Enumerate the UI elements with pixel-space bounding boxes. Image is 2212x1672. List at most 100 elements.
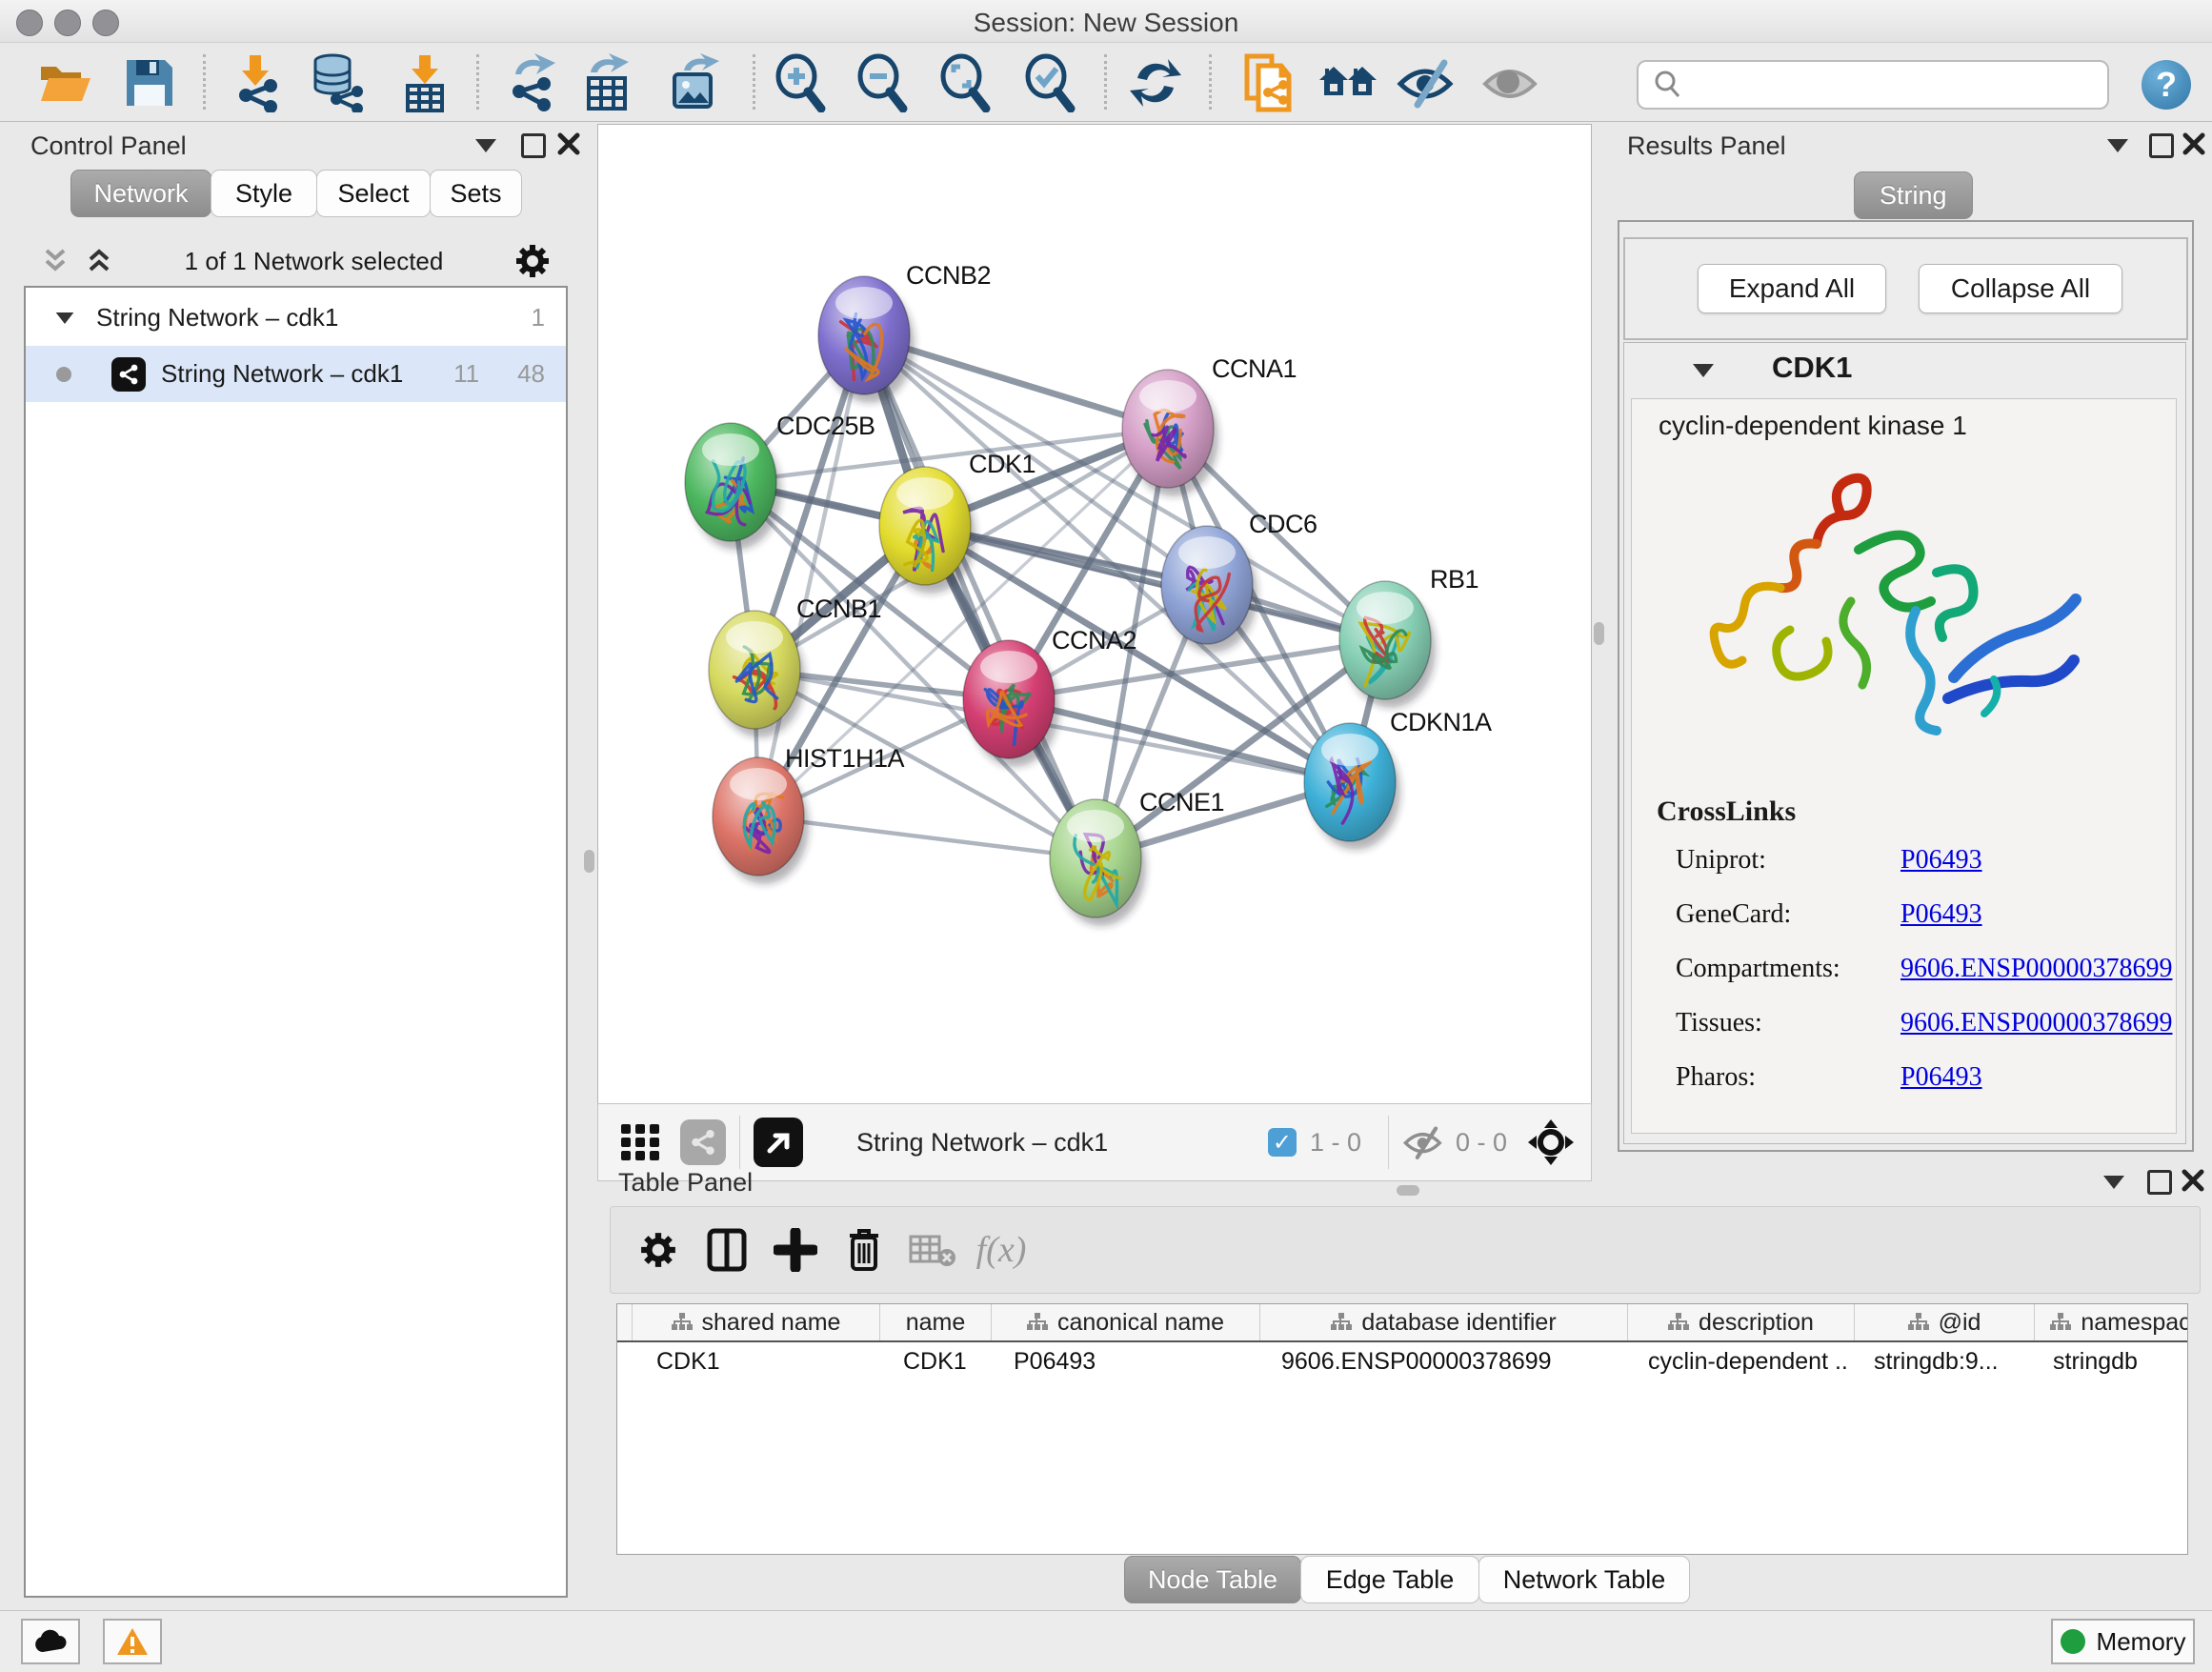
memory-button[interactable]: Memory <box>2051 1619 2195 1664</box>
add-column-icon[interactable] <box>761 1219 830 1280</box>
table-cell[interactable]: stringdb <box>2028 1342 2188 1380</box>
column-header-shared-name[interactable]: shared name <box>633 1304 880 1340</box>
hide-selected-icon[interactable] <box>1396 52 1457 113</box>
first-neighbors-icon[interactable] <box>1317 52 1378 113</box>
right-splitter-handle[interactable] <box>1594 622 1604 645</box>
save-session-icon[interactable] <box>119 52 180 113</box>
column-label: description <box>1699 1309 1814 1337</box>
panel-menu-icon[interactable] <box>2107 139 2128 152</box>
column-header-canonical-name[interactable]: canonical name <box>992 1304 1260 1340</box>
node-CCNB2[interactable]: CCNB2 <box>818 261 991 403</box>
node-RB1[interactable]: RB1 <box>1339 565 1478 708</box>
selected-nodes-checkbox[interactable]: ✓ <box>1268 1128 1297 1157</box>
gear-icon[interactable] <box>514 243 551 279</box>
node-CCNA2[interactable]: CCNA2 <box>963 626 1136 767</box>
table-row[interactable]: CDK1CDK1P064939606.ENSP00000378699cyclin… <box>617 1342 2188 1380</box>
tab-string[interactable]: String <box>1854 171 1973 219</box>
collapse-all-icon[interactable] <box>41 247 70 275</box>
table-cell[interactable]: P06493 <box>989 1342 1257 1380</box>
column-header--id[interactable]: @id <box>1855 1304 2035 1340</box>
show-columns-icon[interactable] <box>693 1219 761 1280</box>
warning-button[interactable] <box>103 1619 162 1664</box>
crosslink-link[interactable]: 9606.ENSP00000378699 <box>1900 1008 2172 1038</box>
tab-style[interactable]: Style <box>211 170 317 217</box>
left-splitter-handle[interactable] <box>584 850 594 873</box>
node-HIST1H1A[interactable]: HIST1H1A <box>713 744 905 884</box>
float-panel-icon[interactable] <box>2149 133 2174 158</box>
crosslink-link[interactable]: P06493 <box>1900 899 1982 930</box>
show-all-icon[interactable] <box>1480 52 1541 113</box>
export-table-icon[interactable] <box>575 52 636 113</box>
help-button[interactable]: ? <box>2142 60 2191 110</box>
tab-node-table[interactable]: Node Table <box>1124 1556 1301 1603</box>
edge-CCNB2-CCNE1[interactable] <box>864 335 1096 858</box>
network-row-selected[interactable]: String Network – cdk1 11 48 <box>26 346 566 402</box>
float-panel-icon[interactable] <box>521 133 546 158</box>
node-CCNA1[interactable]: CCNA1 <box>1122 354 1297 496</box>
apply-preferred-layout-icon[interactable] <box>1125 52 1186 113</box>
import-network-from-file-icon[interactable] <box>227 52 288 113</box>
node-table[interactable]: shared namenamecanonical namedatabase id… <box>616 1303 2188 1555</box>
panel-menu-icon[interactable] <box>2103 1176 2124 1189</box>
zoom-selected-icon[interactable] <box>1019 52 1080 113</box>
node-CDKN1A[interactable]: CDKN1A <box>1304 708 1492 850</box>
grid-view-icon[interactable] <box>619 1120 663 1164</box>
table-cell[interactable]: CDK1 <box>878 1342 989 1380</box>
cloud-button[interactable] <box>21 1619 80 1664</box>
import-network-from-database-icon[interactable] <box>307 52 368 113</box>
collapse-entry-icon[interactable] <box>1693 364 1714 377</box>
zoom-out-icon[interactable] <box>852 52 913 113</box>
tab-network[interactable]: Network <box>70 170 211 217</box>
export-image-icon[interactable] <box>663 52 724 113</box>
results-panel: Results Panel String Expand All Collapse… <box>1610 124 2201 1153</box>
crosslink-link[interactable]: P06493 <box>1900 845 1982 876</box>
import-table-from-file-icon[interactable] <box>394 52 455 113</box>
edge-HIST1H1A-CCNE1[interactable] <box>758 816 1096 858</box>
network-row-label: String Network – cdk1 <box>161 359 453 389</box>
tab-edge-table[interactable]: Edge Table <box>1300 1556 1479 1603</box>
column-header-namespac[interactable]: namespac <box>2035 1304 2188 1340</box>
tab-sets[interactable]: Sets <box>430 170 522 217</box>
node-CDC25B[interactable]: CDC25B <box>685 412 875 550</box>
table-cell[interactable]: 9606.ENSP00000378699 <box>1257 1342 1623 1380</box>
expand-all-button[interactable]: Expand All <box>1698 264 1886 313</box>
node-CCNB1[interactable]: CCNB1 <box>709 594 881 737</box>
float-panel-icon[interactable] <box>2147 1170 2172 1195</box>
crosslink-link[interactable]: 9606.ENSP00000378699 <box>1900 954 2172 984</box>
collapse-triangle-icon[interactable] <box>56 312 74 324</box>
node-CDC6[interactable]: CDC6 <box>1161 510 1317 653</box>
open-file-icon[interactable] <box>34 52 95 113</box>
panel-menu-icon[interactable] <box>475 139 496 152</box>
network-collection-row[interactable]: String Network – cdk1 1 <box>26 290 566 346</box>
table-cell[interactable]: cyclin-dependent ... <box>1623 1342 1849 1380</box>
detach-view-icon[interactable] <box>754 1118 803 1167</box>
crosslink-link[interactable]: P06493 <box>1900 1062 1982 1093</box>
tab-select[interactable]: Select <box>316 170 431 217</box>
tab-network-table[interactable]: Network Table <box>1478 1556 1690 1603</box>
expand-all-icon[interactable] <box>85 247 113 275</box>
column-header-database-identifier[interactable]: database identifier <box>1260 1304 1628 1340</box>
search-input[interactable] <box>1637 60 2109 110</box>
table-panel: Table Panel f(x) shared namenamecanonica… <box>597 1164 2212 1599</box>
zoom-in-icon[interactable] <box>770 52 831 113</box>
bottom-splitter-handle[interactable] <box>1397 1185 1419 1196</box>
close-panel-icon[interactable] <box>556 131 581 156</box>
hidden-eye-icon[interactable] <box>1402 1123 1444 1161</box>
network-overview-icon[interactable] <box>680 1119 726 1165</box>
export-network-icon[interactable] <box>502 52 563 113</box>
new-network-from-selection-icon[interactable] <box>1239 52 1300 113</box>
birds-eye-icon[interactable] <box>1526 1118 1576 1167</box>
fit-content-icon[interactable] <box>935 52 995 113</box>
node-CCNE1[interactable]: CCNE1 <box>1050 788 1224 926</box>
collapse-all-button[interactable]: Collapse All <box>1919 264 2122 313</box>
node-label-CCNE1: CCNE1 <box>1139 788 1224 816</box>
column-header-description[interactable]: description <box>1628 1304 1855 1340</box>
table-cell[interactable]: CDK1 <box>632 1342 878 1380</box>
table-cell[interactable]: stringdb:9... <box>1849 1342 2028 1380</box>
close-panel-icon[interactable] <box>2181 1168 2205 1193</box>
close-panel-icon[interactable] <box>2182 131 2206 156</box>
table-settings-gear-icon[interactable] <box>624 1219 693 1280</box>
column-header-name[interactable]: name <box>880 1304 992 1340</box>
delete-column-trash-icon[interactable] <box>830 1219 898 1280</box>
network-canvas[interactable]: CCNB2CCNA1CDC25BCDK1CDC6RB1CCNB1CCNA2CDK… <box>597 124 1592 1104</box>
